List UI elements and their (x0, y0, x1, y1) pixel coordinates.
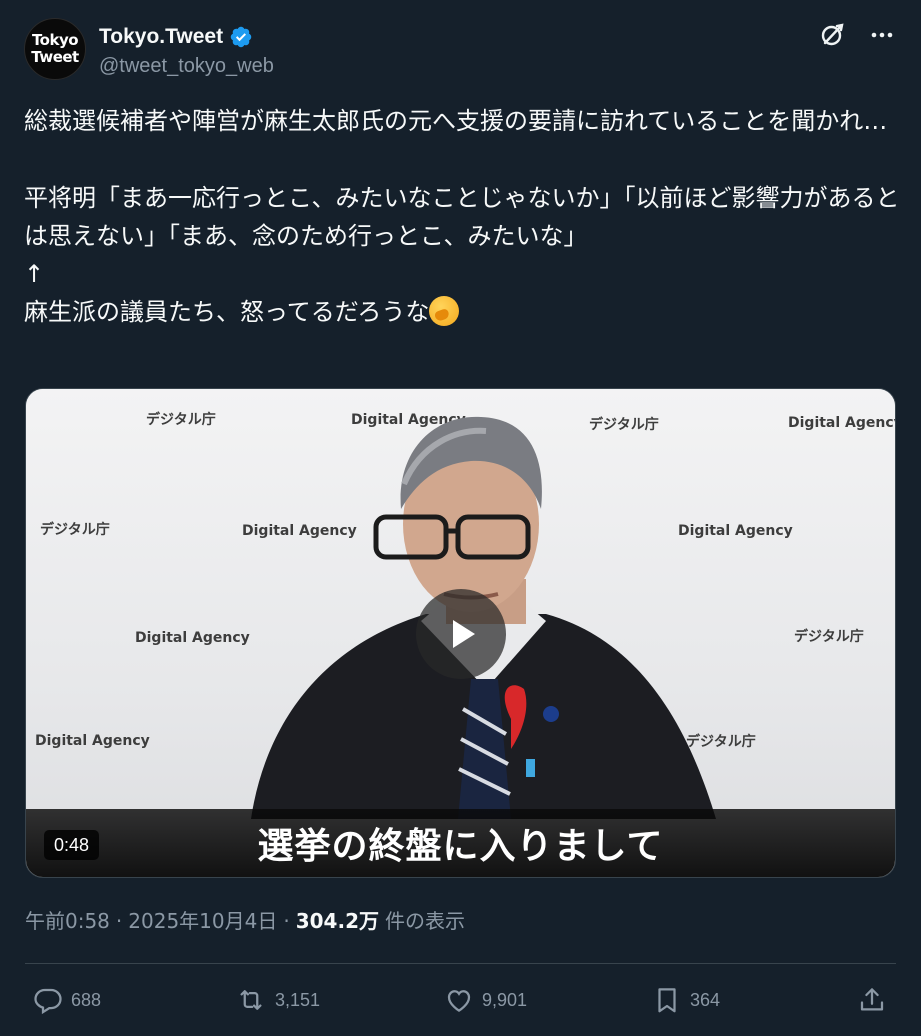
video-player[interactable]: デジタル庁 Digital Agency デジタル庁 Digital Agenc… (25, 388, 896, 878)
tweet-paragraph-2: 平将明「まあ一応行っとこ、みたいなことじゃないか」「以前ほど影響力があるとは思え… (24, 183, 900, 250)
bookmark-count: 364 (690, 989, 721, 1010)
bookmark-icon (658, 988, 676, 1013)
heart-icon (447, 990, 471, 1012)
display-name[interactable]: Tokyo.Tweet (99, 25, 223, 49)
like-button[interactable]: 9,901 (444, 978, 527, 1022)
repost-count: 3,151 (275, 989, 321, 1010)
tweet-blank-line (24, 140, 904, 178)
face-with-hand-over-mouth-icon (429, 296, 460, 327)
share-button[interactable] (857, 978, 887, 1022)
grok-icon[interactable] (817, 20, 847, 50)
play-button[interactable] (416, 589, 506, 679)
avatar-text-line1: Tokyo (31, 31, 79, 49)
reply-button[interactable]: 688 (33, 978, 101, 1022)
tweet-text: 総裁選候補者や陣営が麻生太郎氏の元へ支援の要請に訪れていることを聞かれ… 平将明… (24, 102, 904, 332)
tweet-arrow: ↑ (24, 260, 45, 289)
tweet-meta: 午前0:58 · 2025年10月4日 · 304.2万 件の表示 (25, 905, 465, 934)
video-subtitle-bar: 選挙の終盤に入りまして (26, 809, 895, 877)
divider (25, 963, 896, 964)
play-icon (453, 620, 475, 648)
tweet-header: Tokyo Tweet Tokyo.Tweet @tweet_tokyo_web (24, 18, 897, 82)
header-actions (817, 20, 897, 50)
author-names: Tokyo.Tweet @tweet_tokyo_web (99, 20, 274, 78)
avatar[interactable]: Tokyo Tweet (24, 18, 86, 80)
tweet-paragraph-3-line: 麻生派の議員たち、怒ってるだろうな (24, 293, 904, 331)
view-count-label: 件の表示 (384, 909, 465, 933)
view-count[interactable]: 304.2万 (296, 905, 379, 934)
tweet-paragraph-3: 麻生派の議員たち、怒ってるだろうな (24, 298, 430, 327)
reply-count: 688 (71, 989, 102, 1010)
repost-icon (240, 990, 262, 1010)
bookmark-button[interactable]: 364 (652, 978, 720, 1022)
action-bar: 688 3,151 9,901 364 (25, 978, 896, 1022)
meta-separator: · (283, 909, 290, 933)
verified-badge-icon[interactable] (229, 25, 253, 49)
like-count: 9,901 (482, 989, 528, 1010)
display-name-row: Tokyo.Tweet (99, 20, 274, 54)
tweet-date[interactable]: 2025年10月4日 (128, 905, 277, 934)
share-icon (860, 988, 884, 1011)
video-duration: 0:48 (44, 830, 100, 860)
repost-button[interactable]: 3,151 (235, 978, 320, 1022)
tweet-paragraph-1: 総裁選候補者や陣営が麻生太郎氏の元へ支援の要請に訪れていることを聞かれ… (24, 107, 888, 135)
tweet-time[interactable]: 午前0:58 (25, 905, 110, 934)
more-icon[interactable] (867, 20, 897, 50)
reply-icon (34, 988, 62, 1015)
meta-separator: · (115, 909, 123, 933)
tweet-detail: Tokyo Tweet Tokyo.Tweet @tweet_tokyo_web (0, 0, 921, 1036)
author-handle[interactable]: @tweet_tokyo_web (99, 55, 274, 78)
avatar-text-line2: Tweet (31, 48, 79, 66)
video-subtitle: 選挙の終盤に入りまして (257, 826, 664, 867)
